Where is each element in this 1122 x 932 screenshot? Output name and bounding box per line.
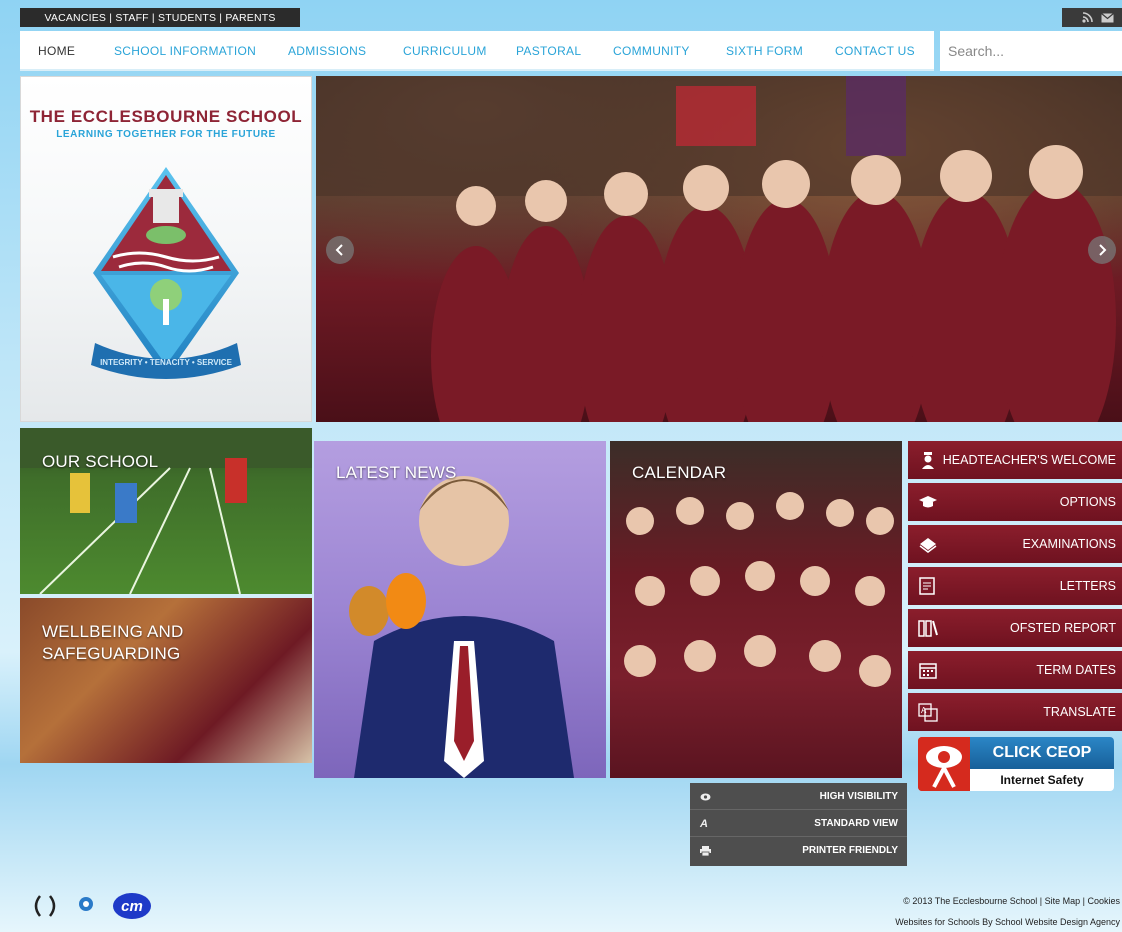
ceop-eye-icon: [918, 737, 970, 791]
footer-credit[interactable]: Websites for Schools By School Website D…: [895, 917, 1120, 927]
high-visibility-button[interactable]: HIGH VISIBILITY: [690, 783, 907, 810]
slideshow-prev-button[interactable]: [326, 236, 354, 264]
cm-logo-icon[interactable]: cm: [112, 892, 152, 920]
social-icons: [1062, 8, 1122, 27]
accessibility-label: PRINTER FRIENDLY: [802, 845, 898, 856]
quick-link-label: TERM DATES: [1036, 663, 1116, 677]
chevron-left-icon: [335, 244, 343, 256]
ceop-subtitle: Internet Safety: [1000, 773, 1084, 787]
hero-slideshow[interactable]: [316, 76, 1122, 422]
quick-link-translate[interactable]: A TRANSLATE: [908, 693, 1122, 731]
quick-link-label: OPTIONS: [1059, 495, 1116, 509]
quick-link-letters[interactable]: LETTERS: [908, 567, 1122, 605]
search-input[interactable]: [948, 43, 1122, 59]
email-icon[interactable]: [1101, 12, 1114, 23]
nav-item-school-information[interactable]: SCHOOL INFORMATION: [114, 44, 256, 58]
footer-copyright[interactable]: © 2013 The Ecclesbourne School | Site Ma…: [903, 896, 1120, 906]
headteacher-icon: [922, 452, 934, 469]
footer-logos: cm: [30, 892, 152, 920]
topbar-link-parents[interactable]: PARENTS: [225, 12, 275, 24]
tile-our-school[interactable]: OUR SCHOOL: [20, 428, 312, 594]
main-navigation: HOME SCHOOL INFORMATION ADMISSIONS CURRI…: [20, 31, 934, 71]
tile-label-wellbeing-line2: SAFEGUARDING: [42, 644, 181, 663]
school-name: THE ECCLESBOURNE SCHOOL: [29, 107, 303, 126]
eye-icon: [700, 793, 711, 801]
tile-latest-news[interactable]: LATEST NEWS: [314, 441, 606, 778]
font-icon: A: [700, 818, 708, 830]
letter-icon: [919, 577, 935, 595]
students-group-photo: [624, 492, 894, 687]
student-maracas-photo: [349, 476, 574, 778]
nav-item-pastoral[interactable]: PASTORAL: [516, 44, 581, 58]
nav-item-curriculum[interactable]: CURRICULUM: [403, 44, 487, 58]
graduation-cap-icon: [919, 496, 937, 508]
tile-label-latest-news: LATEST NEWS: [336, 463, 457, 482]
svg-text:A: A: [921, 706, 927, 715]
quick-link-label: EXAMINATIONS: [1022, 537, 1116, 551]
standard-view-button[interactable]: A STANDARD VIEW: [690, 810, 907, 837]
quick-link-label: HEADTEACHER'S WELCOME: [942, 453, 1116, 467]
quick-link-ofsted-report[interactable]: OFSTED REPORT: [908, 609, 1122, 647]
accessibility-panel: HIGH VISIBILITY A STANDARD VIEW PRINTER …: [690, 783, 907, 866]
school-logo-panel[interactable]: THE ECCLESBOURNE SCHOOL LEARNING TOGETHE…: [20, 76, 312, 422]
accessibility-label: HIGH VISIBILITY: [819, 790, 898, 802]
rss-icon[interactable]: [1082, 12, 1093, 23]
school-crest-icon: INTEGRITY • TENACITY • SERVICE: [91, 167, 241, 379]
calendar-icon: [919, 663, 937, 679]
printer-friendly-button[interactable]: PRINTER FRIENDLY: [690, 837, 907, 864]
nav-item-sixth-form[interactable]: SIXTH FORM: [726, 44, 803, 58]
topbar-link-students[interactable]: STUDENTS: [158, 12, 216, 24]
quick-link-headteachers-welcome[interactable]: HEADTEACHER'S WELCOME: [908, 441, 1122, 479]
printer-icon: [700, 846, 711, 856]
svg-text:cm: cm: [121, 898, 143, 915]
chevron-right-icon: [1099, 244, 1107, 256]
tile-label-our-school: OUR SCHOOL: [42, 452, 159, 471]
topbar-link-staff[interactable]: STAFF: [115, 12, 148, 24]
quick-link-examinations[interactable]: EXAMINATIONS: [908, 525, 1122, 563]
school-motto: LEARNING TOGETHER FOR THE FUTURE: [56, 129, 276, 140]
crest-banner-text: INTEGRITY • TENACITY • SERVICE: [100, 358, 233, 367]
nav-item-admissions[interactable]: ADMISSIONS: [288, 44, 366, 58]
tile-label-wellbeing-line1: WELLBEING AND: [42, 622, 184, 641]
tile-label-calendar: CALENDAR: [632, 463, 727, 482]
translate-icon: A: [918, 703, 938, 722]
tile-wellbeing-safeguarding[interactable]: WELLBEING AND SAFEGUARDING: [20, 598, 312, 763]
slideshow-next-button[interactable]: [1088, 236, 1116, 264]
quick-link-label: OFSTED REPORT: [1009, 621, 1116, 635]
topbar-link-vacancies[interactable]: VACANCIES: [44, 12, 106, 24]
search-box: [940, 31, 1122, 71]
ceop-title: CLICK CEOP: [970, 737, 1114, 769]
top-utility-bar: VACANCIES | STAFF | STUDENTS | PARENTS: [20, 8, 300, 27]
report-icon: [918, 620, 938, 637]
quick-link-label: TRANSLATE: [1043, 705, 1116, 719]
choir-photo: [316, 76, 1122, 422]
book-icon: [919, 538, 937, 553]
investors-in-people-logo-icon[interactable]: [30, 893, 60, 919]
nav-item-community[interactable]: COMMUNITY: [613, 44, 690, 58]
nav-item-contact-us[interactable]: CONTACT US: [835, 44, 915, 58]
accessibility-label: STANDARD VIEW: [814, 817, 898, 829]
nav-item-home[interactable]: HOME: [38, 44, 75, 58]
ceop-button[interactable]: CLICK CEOP Internet Safety: [918, 737, 1114, 791]
quick-link-term-dates[interactable]: TERM DATES: [908, 651, 1122, 689]
topbar-separator: |: [148, 11, 158, 24]
tile-calendar[interactable]: CALENDAR: [610, 441, 902, 778]
topbar-separator: |: [106, 11, 116, 24]
quick-link-options[interactable]: OPTIONS: [908, 483, 1122, 521]
topbar-separator: |: [216, 11, 226, 24]
accreditation-logo-icon[interactable]: [74, 894, 98, 918]
quick-link-label: LETTERS: [1059, 579, 1116, 593]
